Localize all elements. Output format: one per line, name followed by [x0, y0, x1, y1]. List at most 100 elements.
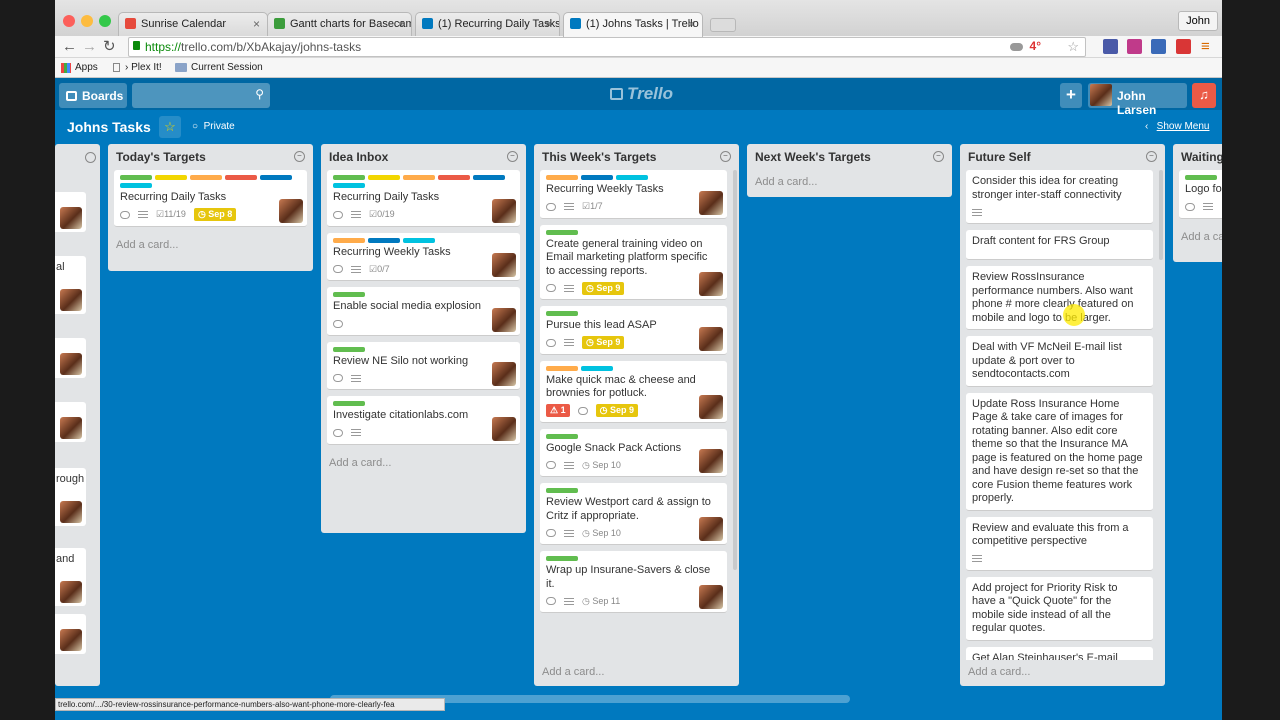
card[interactable]: Recurring Daily Tasks ☑11/19 ◷ Sep 8 [114, 170, 307, 227]
member-avatar[interactable] [699, 517, 723, 541]
bookmark-current-session[interactable]: Current Session [191, 62, 263, 73]
boards-button[interactable]: Boards [59, 83, 127, 108]
card-partial[interactable]: rough [55, 468, 86, 526]
list-scrollbar[interactable] [733, 170, 737, 570]
card[interactable]: Wrap up Insurane-Savers & close it. ◷ Sep… [540, 551, 727, 613]
member-menu-button[interactable]: John Larsen [1088, 83, 1187, 117]
add-card-link[interactable]: Add a card... [108, 233, 313, 261]
close-tab-icon[interactable]: × [545, 17, 552, 31]
card[interactable]: Review RossInsurance performance numbers… [966, 266, 1153, 330]
card[interactable]: Review and evaluate this from a competit… [966, 516, 1153, 571]
card-partial[interactable] [55, 192, 86, 232]
zoom-window-icon[interactable] [99, 15, 111, 27]
member-avatar[interactable] [699, 585, 723, 609]
member-avatar[interactable] [492, 307, 516, 332]
add-card-link[interactable]: Add a card... [747, 170, 952, 197]
member-avatar[interactable] [699, 394, 723, 419]
list-title[interactable]: Idea Inbox [329, 150, 388, 164]
list-header[interactable]: Today's Targets – [108, 144, 313, 170]
list-title[interactable]: This Week's Targets [542, 150, 656, 164]
back-icon[interactable]: ← [62, 38, 77, 55]
list-header[interactable]: Idea Inbox – [321, 144, 526, 170]
member-avatar[interactable] [60, 581, 82, 603]
member-avatar[interactable] [492, 253, 516, 277]
member-avatar[interactable] [60, 207, 82, 229]
card-partial[interactable]: and [55, 548, 86, 606]
member-avatar[interactable] [60, 289, 82, 311]
star-board-icon[interactable]: ☆ [159, 116, 181, 138]
card[interactable]: Draft content for FRS Group [966, 230, 1153, 260]
card[interactable]: Recurring Daily Tasks ☑0/19 [327, 170, 520, 227]
forward-icon[interactable]: → [82, 38, 97, 55]
card[interactable]: Deal with VF McNeil E-mail list update &… [966, 336, 1153, 387]
bookmark-plex[interactable]: › Plex It! [125, 62, 162, 73]
card[interactable]: Investigate citationlabs.com [327, 396, 520, 445]
member-avatar[interactable] [699, 326, 723, 351]
card-partial[interactable] [55, 338, 86, 378]
member-avatar[interactable] [699, 272, 723, 296]
board-title[interactable]: Johns Tasks [67, 119, 151, 135]
card[interactable]: Update Ross Insurance Home Page & take c… [966, 392, 1153, 511]
card[interactable]: Get Alan Steinhauser's E-mail template c… [966, 646, 1153, 660]
star-icon[interactable]: ☆ [1067, 39, 1079, 55]
member-avatar[interactable] [699, 449, 723, 473]
list-menu-icon[interactable]: – [933, 151, 944, 162]
minimize-window-icon[interactable] [81, 15, 93, 27]
add-card-link[interactable]: Add a card... [321, 451, 526, 479]
show-menu-button[interactable]: ‹ Show Menu [1145, 121, 1209, 132]
card-partial[interactable]: al [55, 256, 86, 314]
card[interactable]: Create general training video on Email m… [540, 224, 727, 300]
card[interactable]: Recurring Weekly Tasks ☑0/7 [327, 232, 520, 281]
list-menu-icon[interactable]: – [294, 151, 305, 162]
list-header[interactable]: This Week's Targets – [534, 144, 739, 170]
bookmark-apps[interactable]: Apps [75, 62, 98, 73]
card[interactable]: Logo fo [1179, 170, 1222, 219]
list-header[interactable]: Next Week's Targets – [747, 144, 952, 170]
trello-logo[interactable]: Trello [610, 84, 673, 104]
card[interactable]: Google Snack Pack Actions ◷ Sep 10 [540, 428, 727, 477]
member-avatar[interactable] [492, 416, 516, 441]
close-tab-icon[interactable]: × [253, 17, 260, 31]
member-avatar[interactable] [60, 353, 82, 375]
card[interactable]: Pursue this lead ASAP ◷ Sep 9 [540, 306, 727, 355]
notifications-bell-icon[interactable]: ♫ [1192, 83, 1216, 108]
card[interactable]: Add project for Priority Risk to have a … [966, 576, 1153, 641]
member-avatar[interactable] [60, 501, 82, 523]
card-partial[interactable] [55, 402, 86, 442]
card[interactable]: Review Westport card & assign to Critz i… [540, 483, 727, 545]
close-tab-icon[interactable]: × [688, 17, 695, 31]
member-avatar[interactable] [699, 190, 723, 215]
card[interactable]: Enable social media explosion [327, 287, 520, 336]
list-menu-icon[interactable]: – [720, 151, 731, 162]
add-card-link[interactable]: Add a card... [534, 660, 739, 686]
list-menu-icon[interactable] [85, 152, 96, 163]
close-tab-icon[interactable]: × [397, 17, 404, 31]
browser-tab[interactable]: (1) Johns Tasks | Trello × [563, 12, 703, 37]
card-partial[interactable] [55, 614, 86, 654]
close-window-icon[interactable] [63, 15, 75, 27]
add-card-link[interactable]: Add a card... [1173, 225, 1222, 253]
list-header[interactable]: Waiting– [1173, 144, 1222, 170]
reload-icon[interactable]: ↻ [103, 38, 116, 55]
address-bar[interactable]: https://trello.com/b/XbAkajay/johns-task… [128, 37, 1086, 57]
visibility-button[interactable]: ○ Private [192, 121, 235, 132]
card[interactable]: Review NE Silo not working [327, 341, 520, 390]
card[interactable]: Recurring Weekly Tasks ☑1/7 [540, 170, 727, 219]
card[interactable]: Consider this idea for creating stronger… [966, 170, 1153, 224]
list-menu-icon[interactable]: – [507, 151, 518, 162]
list-title[interactable]: Waiting [1181, 150, 1222, 164]
extension-icon[interactable] [1176, 39, 1191, 54]
list-title[interactable]: Future Self [968, 150, 1031, 164]
list-menu-icon[interactable]: – [1146, 151, 1157, 162]
browser-tab[interactable]: (1) Recurring Daily Tasks o × [415, 12, 560, 36]
browser-tab[interactable]: Sunrise Calendar × [118, 12, 268, 36]
list-title[interactable]: Today's Targets [116, 150, 206, 164]
list-header[interactable]: Future Self – [960, 144, 1165, 170]
search-input[interactable]: ⚲ [132, 83, 270, 108]
add-button[interactable]: + [1060, 83, 1082, 108]
member-avatar[interactable] [60, 417, 82, 439]
new-tab-button[interactable] [710, 18, 736, 32]
extension-icon[interactable] [1103, 39, 1118, 54]
extension-icon[interactable] [1151, 39, 1166, 54]
extension-icon[interactable] [1127, 39, 1142, 54]
